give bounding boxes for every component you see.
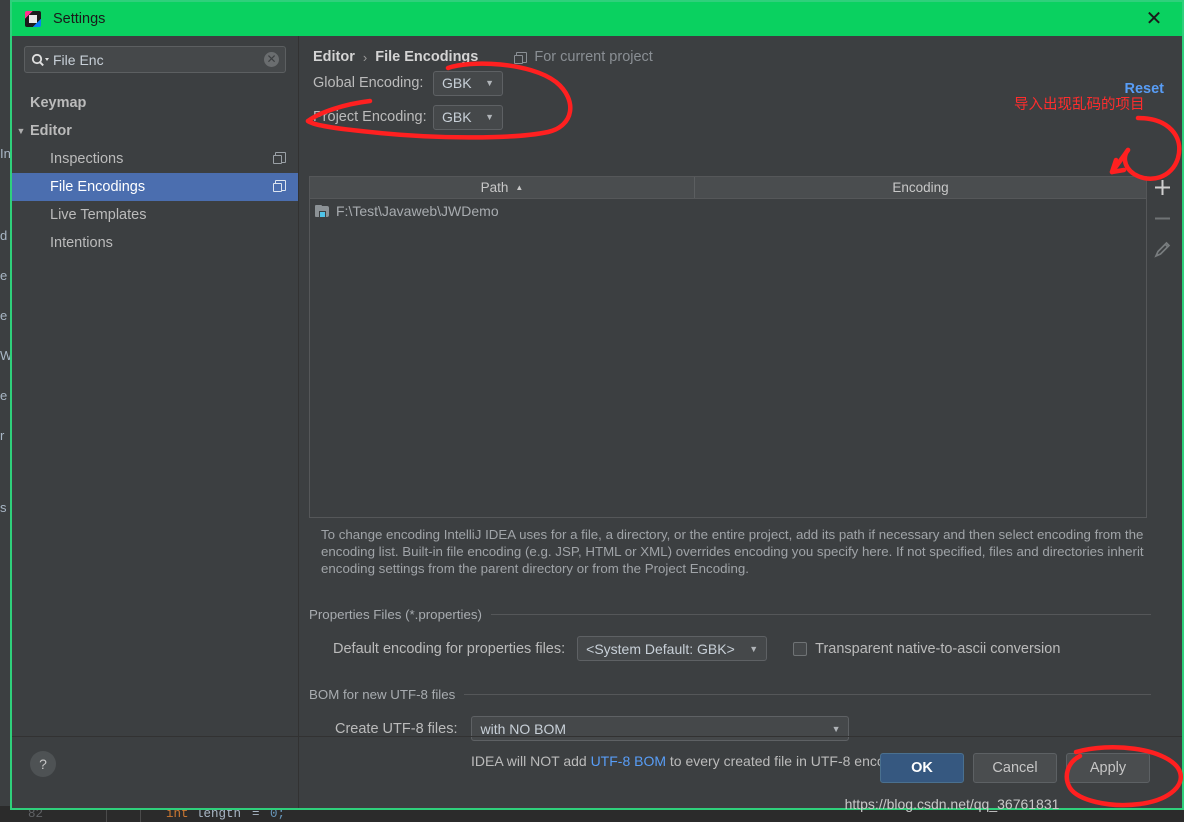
chevron-down-icon: ▼ [485, 112, 494, 122]
remove-button[interactable] [1144, 203, 1180, 234]
project-encoding-value: GBK [442, 109, 472, 125]
dialog-title-bar: Settings ✕ [12, 2, 1182, 36]
settings-sidebar: ✕ Keymap ▼ Editor Inspections [12, 36, 299, 808]
sidebar-item-intentions[interactable]: Intentions [12, 229, 298, 257]
cancel-button[interactable]: Cancel [973, 753, 1057, 783]
sidebar-item-label: Intentions [50, 235, 113, 251]
chevron-down-icon: ▼ [16, 126, 26, 136]
encodings-table: Path ▲ Encoding F:\Test\Javaweb\JWDemo [309, 176, 1147, 518]
ok-button[interactable]: OK [880, 753, 964, 783]
transparent-native-to-ascii-checkbox[interactable]: Transparent native-to-ascii conversion [793, 641, 1060, 657]
add-button[interactable] [1144, 172, 1180, 203]
sidebar-item-label: Keymap [30, 95, 87, 111]
copy-project-icon [273, 180, 286, 192]
sidebar-item-editor[interactable]: ▼ Editor [12, 117, 298, 145]
create-utf8-files-label: Create UTF-8 files: [335, 720, 458, 737]
breadcrumb-current: File Encodings [375, 49, 479, 65]
bg-text-fragment: r [0, 428, 5, 443]
chevron-down-icon: ▼ [749, 643, 759, 654]
sidebar-item-live-templates[interactable]: Live Templates [12, 201, 298, 229]
sidebar-item-label: Editor [30, 123, 72, 139]
default-properties-encoding-value: <System Default: GBK> [586, 640, 735, 657]
sidebar-item-inspections[interactable]: Inspections [12, 145, 298, 173]
apply-button[interactable]: Apply [1066, 753, 1150, 783]
annotation-chinese-note: 导入出现乱码的项目 [1014, 97, 1145, 113]
search-icon [31, 53, 50, 67]
search-container: ✕ [12, 36, 298, 77]
copy-project-icon [514, 51, 528, 64]
for-current-project-label: For current project [514, 49, 653, 65]
transparent-native-to-ascii-label: Transparent native-to-ascii conversion [815, 640, 1061, 657]
dialog-actions: OK Cancel Apply [880, 753, 1150, 783]
edit-button[interactable] [1144, 234, 1180, 265]
bom-group-title: BOM for new UTF-8 files [309, 686, 456, 702]
checkbox-box [793, 641, 808, 656]
reset-link[interactable]: Reset [1125, 81, 1165, 97]
default-properties-encoding-row: Default encoding for properties files: <… [309, 636, 1151, 661]
breadcrumb-parent[interactable]: Editor [313, 49, 355, 65]
column-header-encoding-label: Encoding [892, 180, 949, 195]
intellij-idea-logo-icon [25, 11, 41, 27]
properties-files-group: Properties Files (*.properties) Default … [309, 606, 1151, 661]
breadcrumb: Editor › File Encodings For current proj… [299, 36, 1182, 66]
bg-text-fragment: d [0, 228, 8, 243]
breadcrumb-separator: › [362, 49, 368, 65]
default-properties-encoding-dropdown[interactable]: <System Default: GBK> ▼ [577, 636, 768, 661]
create-utf8-files-value: with NO BOM [480, 720, 567, 737]
global-encoding-row: Global Encoding: GBK ▼ [299, 66, 1182, 100]
project-encoding-label: Project Encoding: [313, 109, 427, 125]
dialog-title: Settings [53, 11, 106, 27]
chevron-down-icon: ▼ [831, 723, 841, 734]
copy-project-icon [273, 152, 286, 164]
help-button[interactable]: ? [30, 751, 56, 777]
sidebar-item-label: File Encodings [50, 179, 146, 195]
group-header: BOM for new UTF-8 files [309, 686, 1151, 702]
sort-ascending-icon: ▲ [515, 183, 524, 192]
table-row[interactable]: F:\Test\Javaweb\JWDemo [310, 199, 1146, 223]
clear-circle-icon[interactable]: ✕ [264, 52, 279, 67]
table-header-row: Path ▲ Encoding [310, 177, 1146, 199]
encodings-description: To change encoding IntelliJ IDEA uses fo… [321, 527, 1144, 576]
close-icon[interactable]: ✕ [1144, 9, 1164, 30]
sidebar-item-file-encodings[interactable]: File Encodings [12, 173, 298, 201]
global-encoding-value: GBK [442, 75, 472, 91]
bg-text-fragment: e [0, 308, 8, 323]
settings-content-panel: Editor › File Encodings For current proj… [299, 36, 1182, 808]
sidebar-item-label: Live Templates [50, 207, 147, 223]
search-box[interactable]: ✕ [24, 46, 286, 73]
module-folder-icon [315, 204, 330, 218]
default-properties-encoding-label: Default encoding for properties files: [333, 640, 566, 657]
bg-text-fragment: e [0, 388, 8, 403]
group-header: Properties Files (*.properties) [309, 606, 1151, 622]
column-header-path-label: Path [480, 180, 509, 195]
project-encoding-dropdown[interactable]: GBK ▼ [433, 104, 503, 130]
global-encoding-label: Global Encoding: [313, 75, 424, 91]
for-current-project-text: For current project [534, 49, 653, 65]
global-encoding-dropdown[interactable]: GBK ▼ [433, 70, 503, 96]
column-header-path[interactable]: Path ▲ [310, 177, 695, 198]
table-cell-path: F:\Test\Javaweb\JWDemo [336, 203, 499, 219]
settings-tree: Keymap ▼ Editor Inspections File Encodin… [12, 89, 298, 257]
bg-text-fragment: e [0, 268, 8, 283]
properties-group-title: Properties Files (*.properties) [309, 606, 482, 622]
search-input[interactable] [50, 50, 264, 69]
bg-text-fragment: s [0, 500, 7, 515]
table-side-toolbar [1142, 172, 1182, 265]
watermark: https://blog.csdn.net/qq_36761831 [844, 796, 1060, 812]
column-header-encoding[interactable]: Encoding [695, 177, 1146, 198]
chevron-down-icon: ▼ [485, 78, 494, 88]
sidebar-item-keymap[interactable]: Keymap [12, 89, 298, 117]
group-divider [490, 613, 1151, 615]
settings-dialog: Settings ✕ ✕ [10, 0, 1184, 810]
group-divider [464, 693, 1151, 695]
sidebar-item-label: Inspections [50, 151, 124, 167]
